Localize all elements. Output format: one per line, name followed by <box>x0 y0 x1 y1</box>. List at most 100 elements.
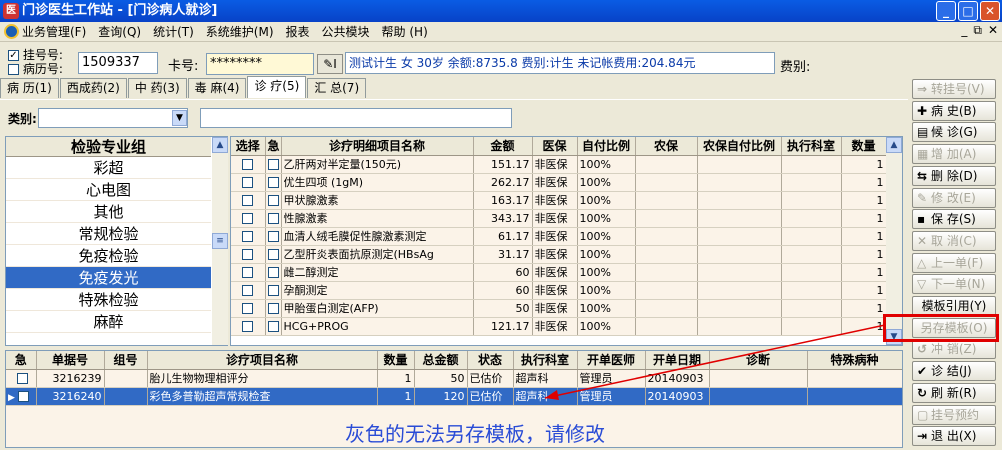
card-no-input[interactable]: ******** <box>206 53 314 75</box>
item-row[interactable]: 孕酮测定 60 非医保 100% 1 <box>231 281 887 300</box>
select-checkbox[interactable] <box>242 303 254 314</box>
menu-reports[interactable]: 报表 <box>286 23 310 40</box>
menu-query[interactable]: 查询(Q) <box>98 23 141 40</box>
item-col-header[interactable]: 诊疗明细项目名称 <box>281 137 474 156</box>
edit-button[interactable]: ✎ 修 改(E) <box>912 187 996 208</box>
record-no-checkbox[interactable] <box>8 64 19 75</box>
reverse-button[interactable]: ↺ 冲 销(Z) <box>912 339 996 360</box>
select-checkbox[interactable] <box>242 267 254 278</box>
menu-business[interactable]: 业务管理(F) <box>22 23 86 40</box>
appointment-button[interactable]: ▢ 挂号预约 <box>912 404 996 425</box>
next-order-button[interactable]: ▽ 下一单(N) <box>912 274 996 295</box>
select-checkbox[interactable] <box>267 195 279 206</box>
save-button[interactable]: ▪ 保 存(S) <box>912 209 996 230</box>
order-row[interactable]: 3216239 胎儿生物物理相评分 1 50 已估价 超声科 管理员 20140903 <box>6 369 902 388</box>
item-col-header[interactable]: 自付比例 <box>577 137 636 156</box>
order-col-header[interactable]: 单据号 <box>36 351 105 370</box>
select-checkbox[interactable] <box>242 159 254 170</box>
select-checkbox[interactable] <box>267 321 279 332</box>
close-button[interactable]: ✕ <box>980 1 1000 21</box>
prev-order-button[interactable]: △ 上一单(F) <box>912 252 996 273</box>
item-col-header[interactable]: 数量 <box>841 137 887 156</box>
maximize-button[interactable]: □ <box>958 1 978 21</box>
item-row[interactable]: 乙型肝炎表面抗原测定(HBsAg 31.17 非医保 100% 1 <box>231 245 887 264</box>
order-col-header[interactable]: 组号 <box>104 351 148 370</box>
select-checkbox[interactable] <box>267 285 279 296</box>
tab-medical-record[interactable]: 病 历(1) <box>0 78 59 98</box>
select-checkbox[interactable] <box>267 231 279 242</box>
select-checkbox[interactable] <box>267 213 279 224</box>
reg-no-checkbox[interactable]: ✓ <box>8 50 19 61</box>
transfer-reg-button[interactable]: ⇒ 转挂号(V) <box>912 79 996 99</box>
select-checkbox[interactable] <box>242 231 254 242</box>
item-col-header[interactable]: 农保 <box>635 137 698 156</box>
reg-no-input[interactable]: 1509337 <box>78 52 158 74</box>
group-item[interactable]: 彩超 <box>6 157 211 179</box>
group-item[interactable]: 心电图 <box>6 179 211 201</box>
item-row[interactable]: 雌二醇测定 60 非医保 100% 1 <box>231 263 887 282</box>
group-item[interactable]: 常规检验 <box>6 223 211 245</box>
item-row[interactable]: 血清人绒毛膜促性腺激素测定 61.17 非医保 100% 1 <box>231 227 887 246</box>
add-button[interactable]: ▦ 增 加(A) <box>912 144 996 165</box>
item-row[interactable]: HCG+PROG 121.17 非医保 100% 1 <box>231 317 887 336</box>
group-item[interactable]: 麻醉 <box>6 311 211 333</box>
order-col-header[interactable]: 数量 <box>377 351 415 370</box>
order-row[interactable]: ▶ 3216240 彩色多普勒超声常规检查 1 120 已估价 超声科 管理员 2014090… <box>6 387 902 406</box>
order-col-header[interactable]: 急 <box>6 351 37 370</box>
menu-maintenance[interactable]: 系统维护(M) <box>206 23 274 40</box>
group-item[interactable]: 特殊检验 <box>6 289 211 311</box>
mdi-minimize-button[interactable]: _ <box>961 23 967 38</box>
select-checkbox[interactable] <box>267 267 279 278</box>
item-col-header[interactable]: 医保 <box>532 137 578 156</box>
item-row[interactable]: 甲状腺激素 163.17 非医保 100% 1 <box>231 191 887 210</box>
group-list-scrollbar[interactable]: ▲ ≡ <box>212 137 228 345</box>
minimize-button[interactable]: _ <box>936 1 956 21</box>
group-item[interactable]: 其他 <box>6 201 211 223</box>
group-item[interactable]: 免疫发光 <box>6 267 211 289</box>
group-item[interactable]: 免疫检验 <box>6 245 211 267</box>
select-checkbox[interactable] <box>242 249 254 260</box>
finish-visit-button[interactable]: ✔ 诊 结(J) <box>912 361 996 382</box>
item-row[interactable]: 性腺激素 343.17 非医保 100% 1 <box>231 209 887 228</box>
select-checkbox[interactable] <box>267 177 279 188</box>
search-input[interactable] <box>200 108 512 128</box>
menu-stats[interactable]: 统计(T) <box>153 23 194 40</box>
tab-summary[interactable]: 汇 总(7) <box>307 78 367 98</box>
category-select[interactable] <box>38 108 188 128</box>
tab-narcotics[interactable]: 毒 麻(4) <box>187 78 247 98</box>
select-checkbox[interactable] <box>242 285 254 296</box>
item-row[interactable]: 优生四项 (1gM) 262.17 非医保 100% 1 <box>231 173 887 192</box>
select-checkbox[interactable] <box>267 303 279 314</box>
order-col-header[interactable]: 诊断 <box>709 351 808 370</box>
select-checkbox[interactable] <box>242 321 254 332</box>
select-checkbox[interactable] <box>242 213 254 224</box>
mdi-close-button[interactable]: ✕ <box>988 23 998 38</box>
scroll-up-icon[interactable]: ▲ <box>212 137 228 153</box>
order-col-header[interactable]: 开单日期 <box>645 351 710 370</box>
select-checkbox[interactable] <box>242 195 254 206</box>
menu-help[interactable]: 帮助 (H) <box>382 23 428 40</box>
tab-treatment[interactable]: 诊 疗(5) <box>247 76 307 98</box>
exit-button[interactable]: ⇥ 退 出(X) <box>912 426 996 447</box>
urgent-checkbox[interactable] <box>17 373 29 384</box>
mdi-restore-button[interactable]: ⧉ <box>973 23 982 38</box>
item-col-header[interactable]: 选择 <box>231 137 266 156</box>
order-col-header[interactable]: 总金额 <box>414 351 468 370</box>
card-reader-button[interactable]: ✎I <box>317 54 343 74</box>
select-checkbox[interactable] <box>267 159 279 170</box>
item-row[interactable]: 乙肝两对半定量(150元) 151.17 非医保 100% 1 <box>231 155 887 174</box>
order-col-header[interactable]: 开单医师 <box>577 351 646 370</box>
scroll-up-icon[interactable]: ▲ <box>886 137 902 153</box>
refresh-button[interactable]: ↻ 刷 新(R) <box>912 382 996 403</box>
item-col-header[interactable]: 急 <box>265 137 282 156</box>
urgent-checkbox[interactable] <box>18 391 30 402</box>
item-col-header[interactable]: 农保自付比例 <box>697 137 782 156</box>
item-col-header[interactable]: 金额 <box>473 137 533 156</box>
tab-chinese-medicine[interactable]: 中 药(3) <box>127 78 187 98</box>
order-col-header[interactable]: 诊疗项目名称 <box>147 351 378 370</box>
item-col-header[interactable]: 执行科室 <box>781 137 842 156</box>
history-button[interactable]: ✚ 病 史(B) <box>912 100 996 121</box>
select-checkbox[interactable] <box>242 177 254 188</box>
waiting-button[interactable]: ▤ 候 诊(G) <box>912 122 996 143</box>
template-use-button[interactable]: 模板引用(Y) <box>912 296 996 316</box>
